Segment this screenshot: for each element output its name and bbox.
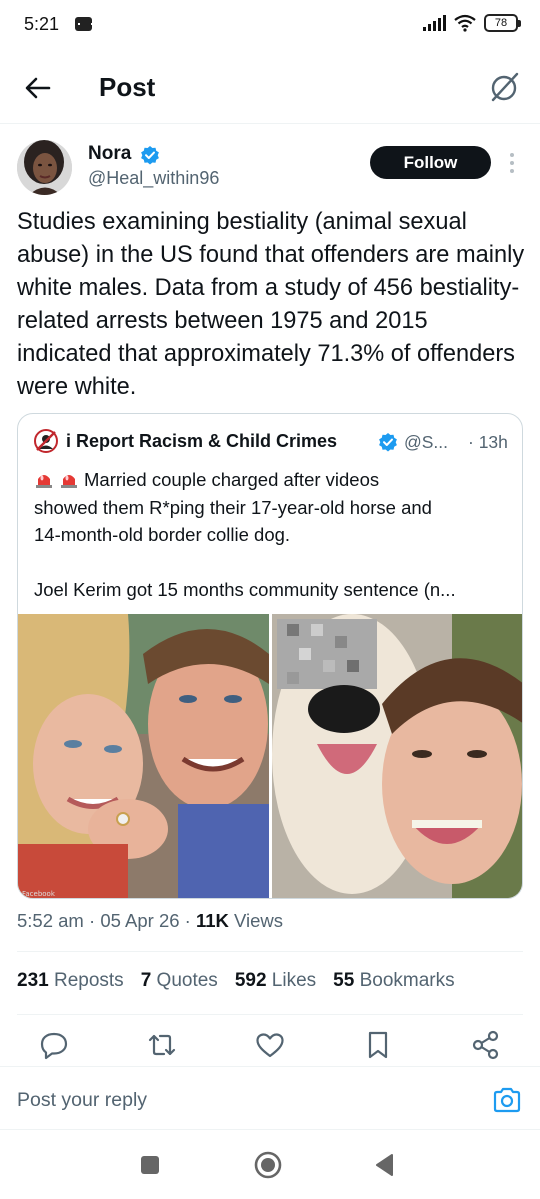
quoted-author-avatar[interactable] bbox=[34, 429, 58, 453]
verified-badge-icon bbox=[141, 146, 159, 165]
camera-button[interactable] bbox=[492, 1085, 522, 1115]
battery-level: 78 bbox=[494, 17, 508, 29]
quoted-post-time: · 13h bbox=[468, 432, 508, 452]
divider bbox=[17, 951, 523, 952]
back-button[interactable] bbox=[20, 70, 56, 106]
views-count: 11K bbox=[195, 910, 229, 931]
reply-input[interactable]: Post your reply bbox=[17, 1089, 147, 1112]
repost-button[interactable] bbox=[145, 1028, 179, 1062]
media-image-dog[interactable] bbox=[272, 614, 523, 899]
page-title: Post bbox=[99, 72, 156, 102]
camera-icon bbox=[493, 1087, 521, 1113]
quoted-post[interactable]: i Report Racism & Child Crimes @S... · 1… bbox=[17, 413, 523, 899]
quoted-author-name: i Report Racism & Child Crimes bbox=[66, 431, 338, 451]
quoted-text-line: 14-month-old border collie dog. bbox=[34, 524, 291, 545]
like-button[interactable] bbox=[253, 1028, 287, 1062]
quoted-media[interactable]: Facebook bbox=[18, 614, 523, 899]
follow-button[interactable]: Follow bbox=[370, 146, 491, 179]
verified-badge-icon bbox=[379, 433, 397, 452]
author-name[interactable]: Nora bbox=[88, 143, 131, 165]
media-image-couple[interactable]: Facebook bbox=[18, 614, 269, 899]
post-metadata: 5:52 am · 05 Apr 26 · 11K Views bbox=[17, 910, 284, 931]
quoted-text-line: Joel Kerim got 15 months community sente… bbox=[34, 578, 456, 600]
home-button[interactable] bbox=[254, 1151, 282, 1179]
quotes-label: Quotes bbox=[156, 970, 218, 991]
post-actions bbox=[0, 1028, 540, 1068]
siren-emoji-icon bbox=[61, 475, 77, 488]
likes-label: Likes bbox=[271, 970, 317, 991]
bookmarks-stat[interactable]: 55 Bookmarks bbox=[333, 970, 454, 992]
reply-composer[interactable]: Post your reply bbox=[0, 1066, 540, 1130]
top-app-bar: Post bbox=[0, 52, 540, 124]
avatar-image bbox=[17, 140, 72, 195]
image-watermark: Facebook bbox=[22, 890, 56, 898]
signal-icon bbox=[423, 15, 446, 31]
likes-count: 592 bbox=[234, 970, 267, 991]
reposts-stat[interactable]: 231 Reposts bbox=[17, 970, 124, 992]
quoted-text-line: showed them R*ping their 17-year-old hor… bbox=[34, 496, 432, 518]
more-options-button[interactable] bbox=[506, 150, 518, 176]
quoted-author-handle: @S... bbox=[404, 432, 449, 452]
system-navigation-bar bbox=[0, 1131, 540, 1199]
reposts-count: 231 bbox=[17, 970, 49, 991]
bookmarks-count: 55 bbox=[333, 970, 355, 991]
reposts-label: Reposts bbox=[53, 970, 124, 991]
grok-icon bbox=[491, 72, 519, 102]
repost-icon bbox=[148, 1034, 176, 1056]
post-text: Studies examining bestiality (animal sex… bbox=[17, 209, 525, 400]
likes-stat[interactable]: 592 Likes bbox=[235, 970, 316, 992]
heart-icon bbox=[256, 1033, 284, 1058]
quoted-post-text: Married couple charged after videos show… bbox=[34, 466, 514, 603]
status-bar: 5:21 78 bbox=[0, 0, 540, 50]
pixelated-blur bbox=[277, 619, 377, 689]
author-handle[interactable]: @Heal_within96 bbox=[88, 168, 219, 189]
quotes-count: 7 bbox=[140, 970, 152, 991]
siren-emoji-icon bbox=[36, 475, 52, 488]
back-nav-button[interactable] bbox=[372, 1151, 400, 1179]
reply-button[interactable] bbox=[37, 1028, 71, 1062]
more-vertical-icon bbox=[510, 153, 514, 157]
square-icon bbox=[141, 1156, 159, 1174]
reply-icon bbox=[40, 1032, 68, 1060]
author-avatar[interactable] bbox=[17, 140, 72, 195]
message-notification-icon bbox=[75, 17, 93, 31]
share-icon bbox=[472, 1030, 499, 1060]
triangle-back-icon bbox=[376, 1154, 393, 1176]
post-date: 05 Apr 26 bbox=[100, 910, 180, 931]
post-time: 5:52 am bbox=[17, 910, 84, 931]
arrow-left-icon bbox=[25, 77, 51, 99]
engagement-stats: 231 Reposts 7 Quotes 592 Likes 55 Bookma… bbox=[17, 970, 455, 992]
grok-button[interactable] bbox=[488, 70, 522, 104]
bookmark-button[interactable] bbox=[361, 1028, 395, 1062]
share-button[interactable] bbox=[469, 1028, 503, 1062]
bookmarks-label: Bookmarks bbox=[359, 970, 455, 991]
quoted-text-line: Married couple charged after videos bbox=[84, 469, 380, 490]
status-indicators: 78 bbox=[423, 14, 521, 32]
views-label: Views bbox=[234, 910, 284, 931]
circle-icon bbox=[254, 1151, 282, 1179]
status-time: 5:21 bbox=[24, 14, 60, 34]
recents-button[interactable] bbox=[136, 1151, 164, 1179]
battery-icon: 78 bbox=[484, 14, 521, 32]
quotes-stat[interactable]: 7 Quotes bbox=[141, 970, 218, 992]
divider bbox=[17, 1014, 523, 1015]
wifi-icon bbox=[454, 14, 476, 32]
bookmark-icon bbox=[368, 1031, 388, 1059]
